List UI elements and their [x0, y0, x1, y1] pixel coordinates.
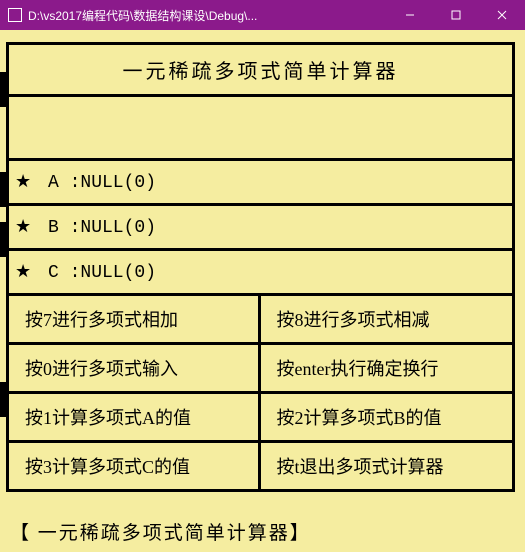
star-icon: ★: [15, 263, 31, 283]
menu-row-2: 按1计算多项式A的值 按2计算多项式B的值: [9, 394, 512, 443]
menu-eval-a[interactable]: 按1计算多项式A的值: [9, 394, 261, 443]
poly-row-a: ★ A :NULL(0): [9, 161, 512, 206]
left-stub: [0, 172, 9, 207]
menu-sub[interactable]: 按8进行多项式相减: [261, 296, 513, 345]
app-title: 一元稀疏多项式简单计算器: [9, 45, 512, 97]
star-icon: ★: [15, 173, 31, 193]
maximize-button[interactable]: [433, 0, 479, 30]
poly-row-c: ★ C :NULL(0): [9, 251, 512, 296]
menu-row-0: 按7进行多项式相加 按8进行多项式相减: [9, 296, 512, 345]
menu-exit[interactable]: 按t退出多项式计算器: [261, 443, 513, 489]
menu-eval-b[interactable]: 按2计算多项式B的值: [261, 394, 513, 443]
window-controls: [387, 0, 525, 30]
left-stub: [0, 382, 9, 417]
titlebar: D:\vs2017编程代码\数据结构课设\Debug\...: [0, 0, 525, 30]
colon: :: [70, 173, 81, 193]
poly-c-value: NULL(0): [80, 263, 156, 283]
poly-c-name: C: [48, 263, 59, 283]
star-icon: ★: [15, 218, 31, 238]
menu-enter[interactable]: 按enter执行确定换行: [261, 345, 513, 394]
menu-row-3: 按3计算多项式C的值 按t退出多项式计算器: [9, 443, 512, 489]
poly-b-name: B: [48, 218, 59, 238]
poly-row-b: ★ B :NULL(0): [9, 206, 512, 251]
poly-a-name: A: [48, 173, 59, 193]
footer-text: 【 一元稀疏多项式简单计算器】: [6, 518, 515, 545]
menu-row-1: 按0进行多项式输入 按enter执行确定换行: [9, 345, 512, 394]
menu-eval-c[interactable]: 按3计算多项式C的值: [9, 443, 261, 489]
console-content: 一元稀疏多项式简单计算器 ★ A :NULL(0) ★ B :NULL(0) ★…: [0, 30, 525, 552]
app-icon: [8, 8, 22, 22]
menu-add[interactable]: 按7进行多项式相加: [9, 296, 261, 345]
left-stub: [0, 222, 9, 257]
window-title: D:\vs2017编程代码\数据结构课设\Debug\...: [28, 7, 387, 24]
poly-a-value: NULL(0): [80, 173, 156, 193]
blank-area: [9, 97, 512, 161]
minimize-button[interactable]: [387, 0, 433, 30]
menu-input[interactable]: 按0进行多项式输入: [9, 345, 261, 394]
main-box: 一元稀疏多项式简单计算器 ★ A :NULL(0) ★ B :NULL(0) ★…: [6, 42, 515, 492]
close-button[interactable]: [479, 0, 525, 30]
left-stub: [0, 72, 9, 107]
colon: :: [70, 263, 81, 283]
colon: :: [70, 218, 81, 238]
poly-b-value: NULL(0): [80, 218, 156, 238]
